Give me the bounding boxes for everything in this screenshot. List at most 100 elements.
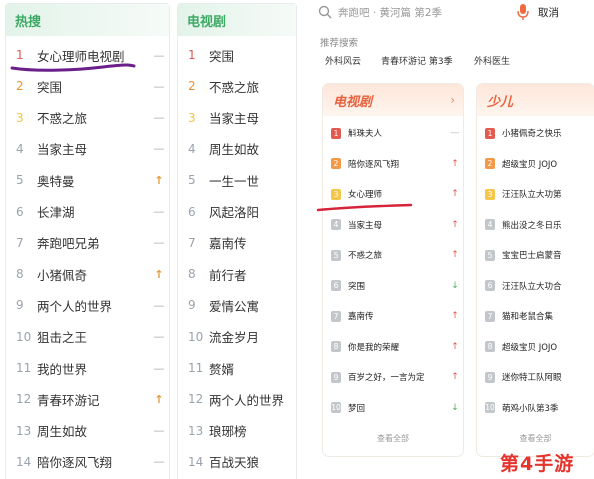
- ranking-row[interactable]: 9 百岁之好，一言为定 ↑: [323, 369, 463, 385]
- ranking-row[interactable]: 3 女心理师 ↑: [323, 186, 463, 202]
- rank-number: 2: [188, 79, 196, 94]
- item-title: 迷你特工队阿眼: [502, 373, 562, 383]
- list-item[interactable]: 4 当家主母 —: [6, 139, 169, 159]
- rank-badge: 10: [331, 402, 341, 413]
- hot-search-header: 热搜: [6, 4, 169, 36]
- tv-ranking-card: 电视剧 › 1 斛珠夫人 — 2 陪你逐风飞翔 ↑ 3 女心理师 ↑ 4 当家主母 ↑ 5 不惑之旅 ↑ 6 突…: [323, 84, 463, 456]
- list-item[interactable]: 14 陪你逐风飞翔 —: [6, 452, 169, 472]
- rank-badge: 3: [331, 188, 341, 200]
- ranking-row[interactable]: 8 你是我的荣耀 ↑: [323, 339, 463, 355]
- item-title: 当家主母: [348, 220, 383, 231]
- ranking-row[interactable]: 4 当家主母 ↑: [323, 217, 463, 233]
- ranking-row[interactable]: 4 熊出没之冬日乐: [477, 217, 594, 233]
- item-title: 你是我的荣耀: [348, 342, 400, 353]
- ranking-row[interactable]: 7 猫和老鼠合集: [477, 308, 594, 324]
- rank-number: 1: [188, 48, 196, 62]
- rank-number: 3: [188, 110, 196, 125]
- item-title: 周生如故: [209, 142, 260, 158]
- ranking-row[interactable]: 6 汪汪队立大功合: [477, 278, 594, 294]
- ranking-row[interactable]: 2 超级宝贝 JOJO: [477, 156, 594, 172]
- list-item[interactable]: 14 百战天狼: [178, 452, 296, 472]
- list-item[interactable]: 12 两个人的世界: [178, 389, 296, 409]
- recommend-chip[interactable]: 青春环游记 第3季: [381, 54, 453, 70]
- recommend-chip[interactable]: 外科风云: [325, 54, 361, 70]
- rank-badge: 9: [485, 371, 495, 383]
- item-title: 当家主母: [37, 142, 88, 158]
- list-item[interactable]: 7 奔跑吧兄弟 —: [6, 233, 169, 253]
- ranking-row[interactable]: 6 突围 ↓: [323, 278, 463, 294]
- recommend-chip[interactable]: 外科医生: [474, 54, 510, 70]
- item-title: 琅琊榜: [209, 424, 247, 440]
- list-item[interactable]: 9 爱情公寓: [178, 295, 296, 315]
- list-item[interactable]: 13 琅琊榜: [178, 421, 296, 441]
- rank-number: 7: [16, 235, 24, 250]
- rank-number: 10: [16, 329, 32, 344]
- rank-number: 12: [16, 392, 32, 407]
- item-title: 熊出没之冬日乐: [502, 220, 562, 231]
- rank-badge: 2: [331, 158, 341, 169]
- list-item[interactable]: 12 青春环游记 ↑: [6, 389, 169, 409]
- chevron-right-icon[interactable]: ›: [450, 93, 455, 107]
- ranking-row[interactable]: 5 宝宝巴士启蒙音: [477, 247, 594, 263]
- microphone-icon[interactable]: [516, 3, 530, 21]
- list-item[interactable]: 11 我的世界 —: [6, 358, 169, 378]
- rank-badge: 4: [331, 219, 341, 230]
- rank-badge: 9: [331, 371, 341, 383]
- list-item[interactable]: 4 周生如故: [178, 139, 296, 159]
- list-item[interactable]: 1 女心理师电视剧 —: [6, 45, 169, 65]
- item-title: 突围: [348, 281, 366, 292]
- ranking-row[interactable]: 9 迷你特工队阿眼: [477, 369, 594, 385]
- list-item[interactable]: 3 不惑之旅 —: [6, 108, 169, 128]
- ranking-row[interactable]: 1 斛珠夫人 —: [323, 125, 463, 141]
- trend-flat-icon: —: [153, 205, 165, 218]
- list-item[interactable]: 10 流金岁月: [178, 327, 296, 347]
- list-item[interactable]: 11 赘婿: [178, 358, 296, 378]
- search-bar[interactable]: 奔跑吧 · 黄河篇 第2季 取消: [310, 0, 594, 26]
- tv-card-title[interactable]: 电视剧: [323, 84, 463, 116]
- list-item[interactable]: 13 周生如故 —: [6, 421, 169, 441]
- rank-number: 14: [16, 454, 32, 469]
- ranking-row[interactable]: 8 超级宝贝 JOJO: [477, 339, 594, 355]
- trend-up-icon: ↑: [451, 341, 459, 352]
- list-item[interactable]: 6 长津湖 —: [6, 202, 169, 222]
- list-item[interactable]: 9 两个人的世界 —: [6, 295, 169, 315]
- view-all-link[interactable]: 查看全部: [477, 433, 594, 444]
- search-input[interactable]: 奔跑吧 · 黄河篇 第2季: [338, 5, 442, 20]
- list-item[interactable]: 2 突围 —: [6, 76, 169, 96]
- item-title: 斛珠夫人: [348, 129, 383, 139]
- ranking-row[interactable]: 10 萌鸡小队第3季: [477, 400, 594, 416]
- ranking-row[interactable]: 10 梦回 ↓: [323, 400, 463, 416]
- ranking-row[interactable]: 3 汪汪队立大功第: [477, 186, 594, 202]
- rank-badge: 1: [485, 127, 495, 139]
- trend-up-icon: ↑: [451, 158, 459, 169]
- trend-up-icon: ↑: [451, 189, 459, 199]
- ranking-row[interactable]: 5 不惑之旅 ↑: [323, 247, 463, 263]
- list-item[interactable]: 3 当家主母: [178, 108, 296, 128]
- ranking-row[interactable]: 7 嘉南传 ↑: [323, 308, 463, 324]
- item-title: 爱情公寓: [209, 298, 260, 314]
- list-item[interactable]: 5 奥特曼 ↑: [6, 170, 169, 190]
- ranking-row[interactable]: 2 陪你逐风飞翔 ↑: [323, 156, 463, 172]
- item-title: 前行者: [209, 267, 247, 283]
- rank-number: 13: [16, 423, 32, 438]
- ranking-row[interactable]: 1 小猪佩奇之快乐: [477, 125, 594, 141]
- kids-card-title[interactable]: 少儿: [477, 84, 594, 116]
- view-all-link[interactable]: 查看全部: [323, 433, 463, 444]
- list-item[interactable]: 1 突围: [178, 45, 296, 65]
- list-item[interactable]: 8 小猪佩奇 ↑: [6, 264, 169, 284]
- item-title: 不惑之旅: [348, 251, 383, 261]
- rank-number: 6: [188, 204, 196, 219]
- item-title: 陪你逐风飞翔: [37, 455, 113, 471]
- rank-badge: 8: [331, 341, 341, 352]
- item-title: 超级宝贝 JOJO: [502, 342, 558, 353]
- list-item[interactable]: 10 狙击之王 —: [6, 327, 169, 347]
- list-item[interactable]: 2 不惑之旅: [178, 76, 296, 96]
- item-title: 狙击之王: [37, 330, 88, 346]
- list-item[interactable]: 7 嘉南传: [178, 233, 296, 253]
- rank-number: 9: [16, 298, 24, 313]
- item-title: 嘉南传: [209, 236, 247, 252]
- list-item[interactable]: 6 风起洛阳: [178, 202, 296, 222]
- list-item[interactable]: 8 前行者: [178, 264, 296, 284]
- cancel-button[interactable]: 取消: [538, 5, 559, 20]
- list-item[interactable]: 5 一生一世: [178, 170, 296, 190]
